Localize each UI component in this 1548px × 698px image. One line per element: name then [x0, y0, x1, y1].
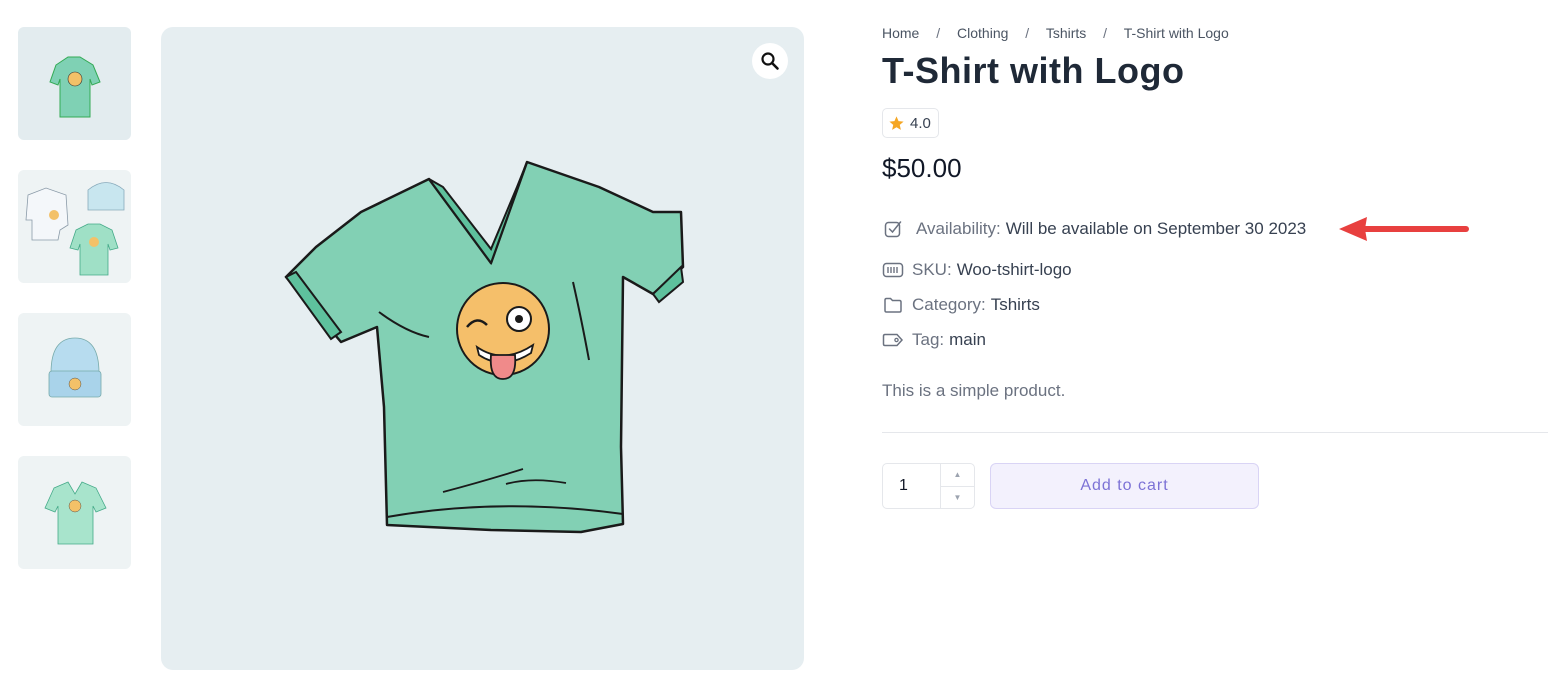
red-arrow-icon: [1339, 217, 1469, 241]
thumbnail-tshirt[interactable]: [18, 27, 131, 140]
tag-link[interactable]: main: [949, 330, 986, 350]
clothing-set-thumbnail-image: [25, 182, 125, 276]
beanie-thumbnail-image: [48, 337, 102, 398]
breadcrumb-tshirts[interactable]: Tshirts: [1046, 25, 1086, 41]
search-icon: [761, 52, 779, 70]
breadcrumb-separator: /: [936, 25, 941, 41]
breadcrumb-clothing[interactable]: Clothing: [957, 25, 1008, 41]
sku-value: Woo-tshirt-logo: [956, 260, 1072, 279]
tshirt-illustration: [284, 160, 685, 534]
quantity-input[interactable]: [883, 464, 940, 508]
thumbnail-vneck[interactable]: [18, 456, 131, 569]
rating-value: 4.0: [910, 114, 931, 132]
breadcrumb-separator: /: [1103, 25, 1108, 41]
main-product-image: [161, 27, 804, 670]
availability-label: Availability:: [916, 219, 1001, 238]
quantity-increase-button[interactable]: ▲: [941, 464, 974, 486]
add-to-cart-button[interactable]: Add to cart: [990, 463, 1259, 509]
product-price: $50.00: [882, 153, 962, 183]
rating-badge[interactable]: 4.0: [882, 108, 939, 138]
quantity-steps: ▲ ▼: [940, 464, 974, 508]
quantity-decrease-button[interactable]: ▼: [941, 485, 974, 509]
breadcrumb-current: T-Shirt with Logo: [1123, 25, 1229, 41]
product-description: This is a simple product.: [882, 381, 1066, 400]
product-title: T-Shirt with Logo: [882, 50, 1185, 91]
category-label: Category:: [912, 295, 986, 314]
quantity-stepper: ▲ ▼: [882, 463, 975, 509]
thumbnail-beanie[interactable]: [18, 313, 131, 426]
vneck-thumbnail-image: [44, 481, 107, 545]
tag-icon: [882, 329, 904, 351]
breadcrumb-home[interactable]: Home: [882, 25, 919, 41]
barcode-icon: [882, 259, 904, 281]
breadcrumb-separator: /: [1025, 25, 1030, 41]
availability-value: Will be available on September 30 2023: [1005, 219, 1307, 238]
sku-row: SKU: Woo-tshirt-logo: [882, 259, 1072, 281]
divider: [882, 432, 1548, 433]
zoom-button[interactable]: [752, 43, 788, 79]
folder-icon: [882, 294, 904, 316]
breadcrumb: Home / Clothing / Tshirts / T-Shirt with…: [882, 25, 1229, 41]
tshirt-thumbnail-image: [49, 56, 101, 118]
star-icon: [889, 115, 904, 130]
thumbnail-set[interactable]: [18, 170, 131, 283]
tag-label: Tag:: [912, 330, 945, 349]
availability-row: Availability: Will be available on Septe…: [882, 218, 1306, 240]
category-row: Category: Tshirts: [882, 294, 1040, 316]
sku-label: SKU:: [912, 260, 952, 279]
category-link[interactable]: Tshirts: [991, 295, 1040, 315]
thumbnail-gallery: [18, 27, 131, 599]
tag-row: Tag: main: [882, 329, 986, 351]
check-square-icon: [882, 218, 904, 240]
